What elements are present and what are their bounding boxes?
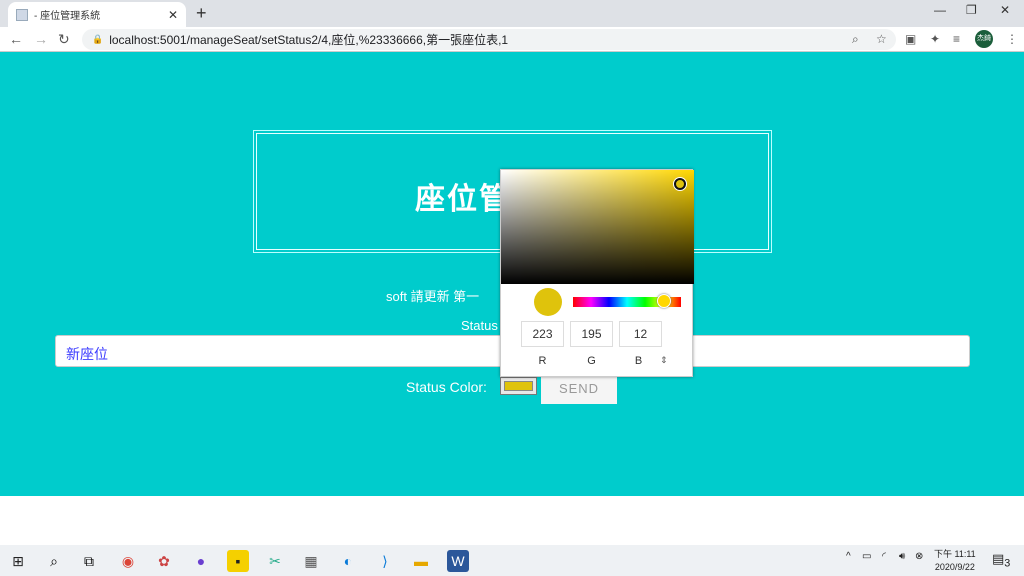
battery-icon[interactable]: ▭ xyxy=(862,551,871,562)
red-label: R xyxy=(538,355,547,367)
notification-count: 3 xyxy=(1004,557,1011,570)
input-method-icon[interactable]: ⊗ xyxy=(915,551,923,562)
subtitle: soft 請更新 第一 xyxy=(386,289,480,304)
page-favicon-icon xyxy=(16,8,28,21)
vscode-icon[interactable]: ⟩ xyxy=(374,550,396,572)
clock-date: 2020/9/22 xyxy=(934,562,975,572)
volume-icon[interactable]: 🔊︎ xyxy=(899,551,905,562)
address-bar[interactable]: 🔒 localhost:5001/manageSeat/setStatus2/4… xyxy=(82,29,896,50)
page-title: 座位管 xyxy=(415,183,511,216)
extensions-puzzle-icon[interactable]: ✦ xyxy=(930,32,940,46)
zoom-icon[interactable]: ⌕ xyxy=(852,32,859,47)
show-hidden-icons[interactable]: ^ xyxy=(846,551,851,562)
blue-input[interactable]: 12 xyxy=(619,321,662,347)
profile-avatar[interactable]: 杰錡 xyxy=(975,30,993,48)
status-color-label: Status Color: xyxy=(406,379,487,395)
new-tab-icon[interactable]: + xyxy=(196,3,207,24)
address-toolbar: ← → ↻ 🔒 localhost:5001/manageSeat/setSta… xyxy=(0,27,1024,52)
green-label: G xyxy=(587,355,596,367)
red-input[interactable]: 223 xyxy=(521,321,564,347)
lock-icon: 🔒 xyxy=(92,34,104,44)
close-tab-icon[interactable]: ✕ xyxy=(168,8,178,22)
blue-label: B xyxy=(634,355,643,367)
restore-icon[interactable]: ❐ xyxy=(966,3,977,17)
word-icon[interactable]: W xyxy=(447,550,469,572)
start-icon[interactable]: ⊞ xyxy=(7,550,29,572)
sticky-notes-icon[interactable]: ▪ xyxy=(227,550,249,572)
format-toggle-icon[interactable]: ⇕ xyxy=(660,355,668,366)
calculator-icon[interactable]: ▦ xyxy=(300,550,322,572)
saturation-value-area[interactable] xyxy=(501,170,694,284)
task-view-icon[interactable]: ⧉ xyxy=(78,550,100,572)
tab-title: - 座位管理系統 xyxy=(34,11,101,22)
color-picker-popup: 223 195 12 R G B ⇕ xyxy=(500,169,694,377)
saturation-handle[interactable] xyxy=(674,178,686,190)
forward-icon[interactable]: → xyxy=(34,31,48,47)
close-window-icon[interactable]: ✕ xyxy=(1000,3,1010,17)
chrome-icon[interactable]: ◉ xyxy=(117,550,139,572)
paint3d-icon[interactable]: ● xyxy=(190,550,212,572)
green-input[interactable]: 195 xyxy=(570,321,613,347)
file-explorer-icon[interactable]: ▬ xyxy=(410,550,432,572)
bookmark-star-icon[interactable]: ☆ xyxy=(876,32,887,46)
minimize-icon[interactable]: — xyxy=(934,3,946,17)
clock-time: 下午 11:11 xyxy=(934,549,976,559)
notifications-icon[interactable]: ▤3 xyxy=(992,551,1010,570)
hue-handle[interactable] xyxy=(657,294,671,308)
media-icon[interactable]: ≡ xyxy=(953,32,960,46)
status-color-input[interactable] xyxy=(500,377,537,395)
color-preview xyxy=(534,288,562,316)
tools-icon[interactable]: ✂ xyxy=(264,550,286,572)
search-icon[interactable]: ⌕ xyxy=(43,550,65,572)
url-text: localhost:5001/manageSeat/setStatus2/4,座… xyxy=(109,33,509,47)
menu-icon[interactable]: ⋮ xyxy=(1006,32,1018,46)
system-clock[interactable]: 下午 11:11 2020/9/22 xyxy=(934,548,976,574)
browser-tab[interactable]: - 座位管理系統 ✕ xyxy=(8,2,186,27)
reload-icon[interactable]: ↻ xyxy=(58,31,70,48)
paint-icon[interactable]: ✿ xyxy=(153,550,175,572)
send-button[interactable]: SEND xyxy=(541,374,617,404)
extension-icon[interactable]: ▣ xyxy=(905,32,916,46)
status-label: Status xyxy=(461,318,498,333)
tab-bar: - 座位管理系統 ✕ + — ❐ ✕ xyxy=(0,0,1024,27)
wifi-icon[interactable]: ◜ xyxy=(882,551,886,562)
color-swatch xyxy=(504,381,533,391)
edge-icon[interactable]: ◐ xyxy=(337,550,359,572)
back-icon[interactable]: ← xyxy=(9,31,23,47)
